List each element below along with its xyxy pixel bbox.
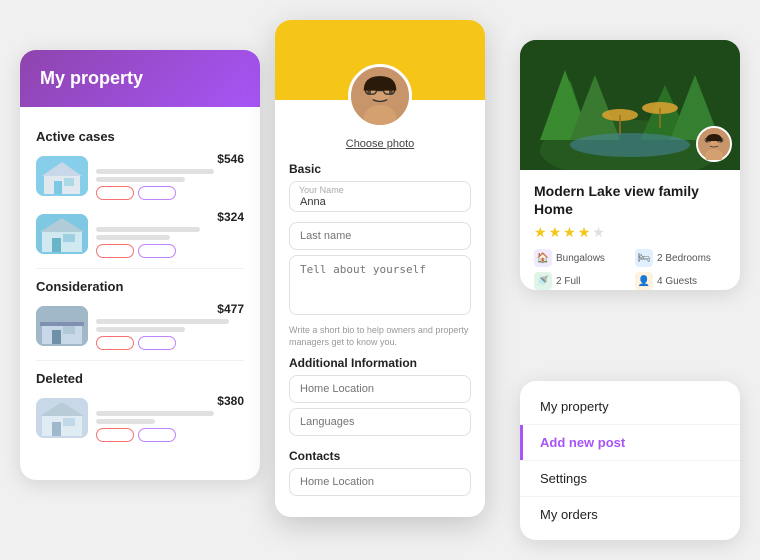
bath-icon: 🚿 xyxy=(534,272,552,290)
detail-bar xyxy=(96,177,185,182)
my-property-card: My property Active cases $546 xyxy=(20,50,260,480)
languages-input[interactable] xyxy=(289,408,471,436)
action-buttons xyxy=(96,336,244,350)
reject-button[interactable] xyxy=(96,186,134,200)
reject-button[interactable] xyxy=(96,244,134,258)
consideration-label: Consideration xyxy=(36,279,244,294)
your-name-label: Your Name xyxy=(299,185,344,195)
action-buttons xyxy=(96,244,244,258)
person-icon: 👤 xyxy=(635,272,653,290)
star-3: ★ xyxy=(563,224,576,241)
profile-card: Choose photo Basic Your Name Write a sho… xyxy=(275,20,485,517)
reject-button xyxy=(96,428,134,442)
house-icon: 🏠 xyxy=(534,249,552,267)
tell-about-textarea[interactable] xyxy=(289,255,471,315)
list-item: $477 xyxy=(36,302,244,350)
choose-photo-link[interactable]: Choose photo xyxy=(289,138,471,150)
contacts-label: Contacts xyxy=(289,449,471,463)
menu-settings[interactable]: Settings xyxy=(520,461,740,496)
my-property-title: My property xyxy=(40,68,240,89)
property-details: $546 xyxy=(96,152,244,200)
menu-card: My property Add new post Settings My ord… xyxy=(520,381,740,540)
detail-bar xyxy=(96,411,214,416)
detail-bar xyxy=(96,235,170,240)
star-5: ★ xyxy=(592,224,605,241)
last-name-input[interactable] xyxy=(289,222,471,250)
baths-label: 2 Full xyxy=(556,276,580,287)
meta-baths: 🚿 2 Full xyxy=(534,272,625,290)
listing-body: Modern Lake view family Home ★ ★ ★ ★ ★ 🏠… xyxy=(520,170,740,290)
property-meta: 🏠 Bungalows 🛏 2 Bedrooms 🚿 2 Full 👤 4 Gu… xyxy=(534,249,726,290)
property-listing-card: Modern Lake view family Home ★ ★ ★ ★ ★ 🏠… xyxy=(520,40,740,290)
bedrooms-label: 2 Bedrooms xyxy=(657,253,711,264)
menu-my-property[interactable]: My property xyxy=(520,389,740,424)
property-thumbnail xyxy=(36,214,88,254)
listing-avatar xyxy=(696,126,732,162)
bungalows-label: Bungalows xyxy=(556,253,605,264)
bio-hint: Write a short bio to help owners and pro… xyxy=(289,325,471,348)
detail-bar xyxy=(96,319,229,324)
price-label: $324 xyxy=(96,210,244,224)
action-buttons xyxy=(96,428,244,442)
property-details: $477 xyxy=(96,302,244,350)
reject-button[interactable] xyxy=(96,336,134,350)
rating-stars: ★ ★ ★ ★ ★ xyxy=(534,224,726,241)
accept-button[interactable] xyxy=(138,336,176,350)
star-1: ★ xyxy=(534,224,547,241)
basic-section-label: Basic xyxy=(289,162,471,176)
accept-button xyxy=(138,428,176,442)
menu-my-orders[interactable]: My orders xyxy=(520,497,740,532)
card-left-body: Active cases $546 xyxy=(20,107,260,464)
star-4: ★ xyxy=(578,224,591,241)
meta-bungalows: 🏠 Bungalows xyxy=(534,249,625,267)
profile-body: Choose photo Basic Your Name Write a sho… xyxy=(275,100,485,517)
property-thumbnail xyxy=(36,398,88,438)
property-details: $380 xyxy=(96,394,244,442)
detail-bar xyxy=(96,419,155,424)
property-details: $324 xyxy=(96,210,244,258)
listing-title: Modern Lake view family Home xyxy=(534,182,726,218)
price-label: $477 xyxy=(96,302,244,316)
menu-add-new-post[interactable]: Add new post xyxy=(520,425,740,460)
list-item: $380 xyxy=(36,394,244,442)
active-cases-label: Active cases xyxy=(36,129,244,144)
profile-header xyxy=(275,20,485,100)
star-2: ★ xyxy=(549,224,562,241)
price-label: $380 xyxy=(96,394,244,408)
accept-button[interactable] xyxy=(138,244,176,258)
bed-icon: 🛏 xyxy=(635,249,653,267)
meta-guests: 👤 4 Guests xyxy=(635,272,726,290)
meta-bedrooms: 🛏 2 Bedrooms xyxy=(635,249,726,267)
detail-bar xyxy=(96,227,200,232)
accept-button[interactable] xyxy=(138,186,176,200)
price-label: $546 xyxy=(96,152,244,166)
deleted-label: Deleted xyxy=(36,371,244,386)
property-thumbnail xyxy=(36,156,88,196)
detail-bar xyxy=(96,327,185,332)
list-item: $546 xyxy=(36,152,244,200)
list-item: $324 xyxy=(36,210,244,258)
avatar xyxy=(348,64,412,128)
listing-image xyxy=(520,40,740,170)
detail-bar xyxy=(96,169,214,174)
property-thumbnail xyxy=(36,306,88,346)
additional-info-label: Additional Information xyxy=(289,356,471,370)
guests-label: 4 Guests xyxy=(657,276,697,287)
card-left-header: My property xyxy=(20,50,260,107)
contact-home-location-input[interactable] xyxy=(289,468,471,496)
home-location-input[interactable] xyxy=(289,375,471,403)
action-buttons xyxy=(96,186,244,200)
